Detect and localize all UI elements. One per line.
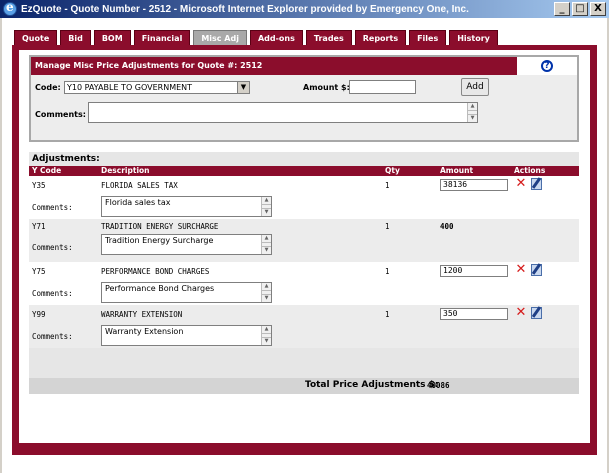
tab-bar: Quote Bid BOM Financial Misc Adj Add-ons… xyxy=(14,30,498,45)
row-description: WARRANTY EXTENSION xyxy=(101,310,183,319)
manage-title: Manage Misc Price Adjustments for Quote … xyxy=(31,57,517,75)
scroll-down-icon[interactable]: ▼ xyxy=(262,246,271,254)
row-description: TRADITION ENERGY SURCHARGE xyxy=(101,222,219,231)
manage-adjustments-box: Manage Misc Price Adjustments for Quote … xyxy=(29,55,579,142)
close-button[interactable]: X xyxy=(590,2,606,16)
row-comment-text: Florida sales tax xyxy=(105,198,171,207)
header-amount: Amount xyxy=(440,166,474,175)
browser-content: Quote Bid BOM Financial Misc Adj Add-ons… xyxy=(0,18,609,473)
delete-icon[interactable]: ✕ xyxy=(515,177,527,190)
code-label: Code: xyxy=(35,83,61,92)
row-comment-scrollbar[interactable]: ▲ ▼ xyxy=(261,235,271,254)
row-comment-scrollbar[interactable]: ▲ ▼ xyxy=(261,283,271,302)
table-row: Y75 PERFORMANCE BOND CHARGES 1 1200 ✕ Co… xyxy=(29,262,579,305)
row-amount-input[interactable]: 38136 xyxy=(440,179,508,191)
tab-bom[interactable]: BOM xyxy=(93,30,131,45)
total-label: Total Price Adjustments $: xyxy=(305,380,439,390)
header-actions: Actions xyxy=(514,166,546,175)
content-frame: Manage Misc Price Adjustments for Quote … xyxy=(12,45,597,455)
tab-add-ons[interactable]: Add-ons xyxy=(249,30,303,45)
row-comment-textarea[interactable]: Tradition Energy Surcharge ▲ ▼ xyxy=(101,234,272,255)
row-description: FLORIDA SALES TAX xyxy=(101,181,178,190)
window-title-bar: EzQuote - Quote Number - 2512 - Microsof… xyxy=(0,0,609,18)
scroll-down-icon[interactable]: ▼ xyxy=(262,337,271,345)
internet-explorer-icon xyxy=(3,0,17,16)
row-comments-label: Comments: xyxy=(32,332,73,341)
adjustments-section: Adjustments: Y Code Description Qty Amou… xyxy=(29,152,579,394)
row-comment-textarea[interactable]: Florida sales tax ▲ ▼ xyxy=(101,196,272,217)
row-qty: 1 xyxy=(385,267,390,276)
row-comment-text: Warranty Extension xyxy=(105,327,184,336)
table-row: Y35 FLORIDA SALES TAX 1 38136 ✕ Comments… xyxy=(29,176,579,219)
row-comment-scrollbar[interactable]: ▲ ▼ xyxy=(261,197,271,216)
row-code: Y75 xyxy=(32,267,46,276)
table-row: Y99 WARRANTY EXTENSION 1 350 ✕ Comments:… xyxy=(29,305,579,348)
adjustments-table-header: Y Code Description Qty Amount Actions xyxy=(29,166,579,176)
row-qty: 1 xyxy=(385,222,390,231)
row-qty: 1 xyxy=(385,310,390,319)
header-ycode: Y Code xyxy=(32,166,62,175)
header-description: Description xyxy=(101,166,150,175)
scroll-up-icon[interactable]: ▲ xyxy=(262,235,271,243)
row-comment-scrollbar[interactable]: ▲ ▼ xyxy=(261,326,271,345)
total-value: 40086 xyxy=(427,381,450,390)
code-select[interactable]: Y10 PAYABLE TO GOVERNMENT ▼ xyxy=(64,81,250,94)
tab-trades[interactable]: Trades xyxy=(305,30,352,45)
scroll-down-icon[interactable]: ▼ xyxy=(262,294,271,302)
scroll-up-icon[interactable]: ▲ xyxy=(262,326,271,334)
scroll-up-icon[interactable]: ▲ xyxy=(468,103,477,111)
row-comment-text: Performance Bond Charges xyxy=(105,284,215,293)
delete-icon[interactable]: ✕ xyxy=(515,263,527,276)
tab-files[interactable]: Files xyxy=(409,30,447,45)
row-amount-input[interactable]: 1200 xyxy=(440,265,508,277)
row-qty: 1 xyxy=(385,181,390,190)
row-description: PERFORMANCE BOND CHARGES xyxy=(101,267,210,276)
row-code: Y71 xyxy=(32,222,46,231)
comments-scrollbar[interactable]: ▲ ▼ xyxy=(467,103,477,122)
delete-icon[interactable]: ✕ xyxy=(515,306,527,319)
comments-label: Comments: xyxy=(35,110,86,119)
scroll-up-icon[interactable]: ▲ xyxy=(262,197,271,205)
adjustments-title: Adjustments: xyxy=(32,154,100,164)
row-comment-text: Tradition Energy Surcharge xyxy=(105,236,214,245)
window-controls: _ □ X xyxy=(554,2,606,16)
row-code: Y99 xyxy=(32,310,46,319)
row-comments-label: Comments: xyxy=(32,203,73,212)
scroll-down-icon[interactable]: ▼ xyxy=(262,208,271,216)
manage-header: Manage Misc Price Adjustments for Quote … xyxy=(31,57,577,75)
tab-financial[interactable]: Financial xyxy=(133,30,191,45)
total-row: Total Price Adjustments $: 40086 xyxy=(29,378,579,394)
code-select-value: Y10 PAYABLE TO GOVERNMENT xyxy=(67,83,193,92)
row-code: Y35 xyxy=(32,181,46,190)
edit-icon[interactable] xyxy=(531,264,542,276)
tab-bid[interactable]: Bid xyxy=(60,30,91,45)
row-amount: 400 xyxy=(440,222,454,231)
tab-misc-adj[interactable]: Misc Adj xyxy=(193,30,247,45)
row-comments-label: Comments: xyxy=(32,243,73,252)
header-qty: Qty xyxy=(385,166,400,175)
amount-label: Amount $: xyxy=(303,83,350,92)
help-icon[interactable]: ? xyxy=(541,60,553,72)
row-amount-input[interactable]: 350 xyxy=(440,308,508,320)
chevron-down-icon[interactable]: ▼ xyxy=(237,82,249,93)
minimize-button[interactable]: _ xyxy=(554,2,570,16)
scroll-up-icon[interactable]: ▲ xyxy=(262,283,271,291)
row-comments-label: Comments: xyxy=(32,289,73,298)
edit-icon[interactable] xyxy=(531,178,542,190)
edit-icon[interactable] xyxy=(531,307,542,319)
tab-history[interactable]: History xyxy=(449,30,498,45)
maximize-button[interactable]: □ xyxy=(572,2,588,16)
window-title: EzQuote - Quote Number - 2512 - Microsof… xyxy=(21,3,469,15)
tab-quote[interactable]: Quote xyxy=(14,30,58,45)
help-cell: ? xyxy=(517,57,577,75)
tab-reports[interactable]: Reports xyxy=(354,30,407,45)
content-panel: Manage Misc Price Adjustments for Quote … xyxy=(19,50,590,443)
comments-textarea[interactable]: ▲ ▼ xyxy=(88,102,478,123)
add-button[interactable]: Add xyxy=(461,78,489,96)
row-comment-textarea[interactable]: Performance Bond Charges ▲ ▼ xyxy=(101,282,272,303)
table-row: Y71 TRADITION ENERGY SURCHARGE 1 400 Com… xyxy=(29,219,579,262)
amount-input[interactable] xyxy=(349,80,416,94)
row-comment-textarea[interactable]: Warranty Extension ▲ ▼ xyxy=(101,325,272,346)
scroll-down-icon[interactable]: ▼ xyxy=(468,114,477,122)
